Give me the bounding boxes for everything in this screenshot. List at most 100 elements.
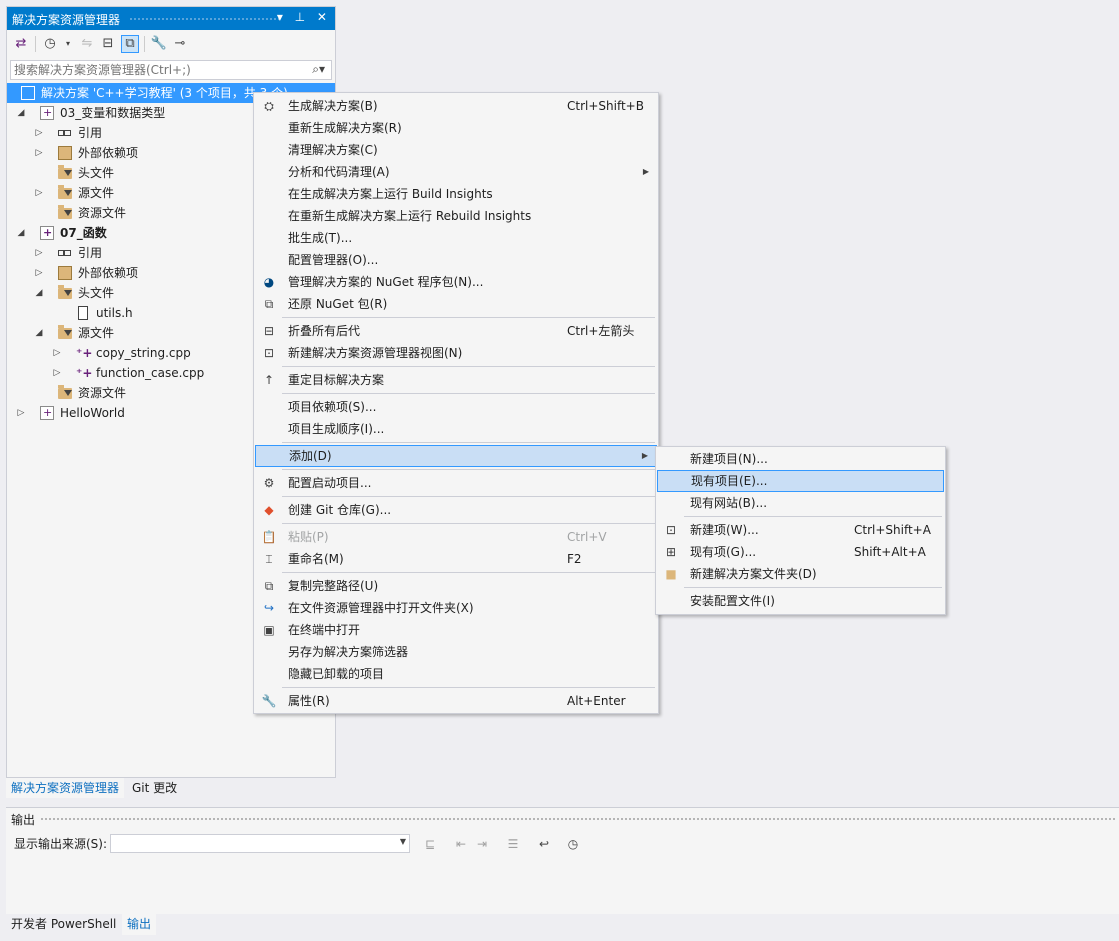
menu-item-label: 安装配置文件(I): [690, 594, 775, 608]
filter-folder-icon: [58, 205, 72, 219]
menu-item-configuration-manager[interactable]: 配置管理器(O)...: [255, 249, 657, 271]
menu-item-existing-item[interactable]: ⊞ 现有项(G)... Shift+Alt+A: [657, 541, 944, 563]
menu-item-add[interactable]: 添加(D) ▶: [255, 445, 657, 467]
tab-output[interactable]: 输出: [122, 913, 157, 935]
menu-item-label: 现有项(G)...: [690, 545, 757, 559]
menu-item-open-folder[interactable]: ↪ 在文件资源管理器中打开文件夹(X): [255, 597, 657, 619]
collapsed-arrow-icon[interactable]: ▷: [51, 363, 63, 383]
menu-item-copy-path[interactable]: ⧉ 复制完整路径(U): [255, 575, 657, 597]
title-buttons[interactable]: ▾ ⊥ ✕: [277, 10, 331, 24]
expanded-arrow-icon[interactable]: ◢: [33, 283, 45, 303]
tree-label: 外部依赖项: [78, 266, 139, 280]
menu-item-label: 折叠所有后代: [288, 324, 361, 338]
menu-item-build-insights[interactable]: 在生成解决方案上运行 Build Insights: [255, 183, 657, 205]
collapsed-arrow-icon[interactable]: ▷: [15, 403, 27, 423]
menu-item-label: 在文件资源管理器中打开文件夹(X): [288, 601, 474, 615]
menu-item-rename[interactable]: ⌶ 重命名(M) F2: [255, 548, 657, 570]
build-icon: ⛭: [264, 99, 274, 113]
chevron-down-icon[interactable]: ▾: [59, 35, 77, 53]
tab-git-changes[interactable]: Git 更改: [127, 778, 182, 798]
collapsed-arrow-icon[interactable]: ▷: [51, 343, 63, 363]
menu-item-label: 现有项目(E)...: [691, 474, 768, 488]
tree-label: 引用: [78, 246, 103, 260]
preview-icon[interactable]: ⊸: [171, 35, 189, 53]
menu-item-rebuild-insights[interactable]: 在重新生成解决方案上运行 Rebuild Insights: [255, 205, 657, 227]
pending-changes-filter-icon[interactable]: ◷: [41, 35, 59, 53]
collapsed-arrow-icon[interactable]: ▷: [33, 243, 45, 263]
next-message-icon[interactable]: ⇥: [473, 835, 491, 853]
existing-item-icon: ⊞: [665, 545, 677, 559]
switch-views-icon[interactable]: ⇄: [12, 35, 30, 53]
tab-solution-explorer[interactable]: 解决方案资源管理器: [6, 778, 125, 798]
toolbar-separator: [144, 36, 145, 52]
expanded-arrow-icon[interactable]: ◢: [15, 103, 27, 123]
collapsed-arrow-icon[interactable]: ▷: [33, 183, 45, 203]
expanded-arrow-icon[interactable]: ◢: [15, 223, 27, 243]
wrench-icon: 🔧: [261, 694, 277, 708]
menu-item-manage-nuget[interactable]: ◕ 管理解决方案的 NuGet 程序包(N)...: [255, 271, 657, 293]
menu-item-shortcut: F2: [567, 552, 582, 566]
menu-item-retarget[interactable]: ↑ 重定目标解决方案: [255, 369, 657, 391]
solution-explorer-search[interactable]: ⌕▾: [10, 60, 332, 80]
menu-separator: [282, 687, 655, 688]
tab-developer-powershell[interactable]: 开发者 PowerShell: [6, 913, 121, 935]
menu-item-batch-build[interactable]: 批生成(T)...: [255, 227, 657, 249]
menu-item-build-solution[interactable]: ⛭ 生成解决方案(B) Ctrl+Shift+B: [255, 95, 657, 117]
nuget-icon: ◕: [263, 275, 275, 289]
output-source-select[interactable]: ▼: [110, 834, 410, 853]
previous-message-icon[interactable]: ⇤: [452, 835, 470, 853]
collapsed-arrow-icon[interactable]: ▷: [33, 123, 45, 143]
menu-item-project-dependencies[interactable]: 项目依赖项(S)...: [255, 396, 657, 418]
menu-item-startup-projects[interactable]: ⚙ 配置启动项目...: [255, 472, 657, 494]
timestamp-clock-icon[interactable]: ◷: [564, 835, 582, 853]
menu-item-collapse-all[interactable]: ⊟ 折叠所有后代 Ctrl+左箭头: [255, 320, 657, 342]
menu-item-create-git-repo[interactable]: ◆ 创建 Git 仓库(G)...: [255, 499, 657, 521]
menu-item-hide-unloaded[interactable]: 隐藏已卸载的项目: [255, 663, 657, 685]
properties-wrench-icon[interactable]: 🔧: [150, 35, 168, 53]
rename-icon: ⌶: [265, 552, 273, 566]
menu-item-clean-solution[interactable]: 清理解决方案(C): [255, 139, 657, 161]
output-title-bar: 输出: [6, 808, 1119, 828]
menu-item-label: 生成解决方案(B): [288, 99, 378, 113]
tree-label: 外部依赖项: [78, 146, 139, 160]
menu-item-save-filter[interactable]: 另存为解决方案筛选器: [255, 641, 657, 663]
menu-item-new-solution-folder[interactable]: ■ 新建解决方案文件夹(D): [657, 563, 944, 585]
menu-item-new-item[interactable]: ⊡ 新建项(W)... Ctrl+Shift+A: [657, 519, 944, 541]
collapsed-arrow-icon[interactable]: ▷: [33, 143, 45, 163]
menu-item-new-project[interactable]: 新建项目(N)...: [657, 448, 944, 470]
chevron-down-icon[interactable]: ▼: [400, 837, 406, 846]
show-all-files-icon[interactable]: ⧉: [121, 35, 139, 53]
clear-all-icon[interactable]: ☰: [504, 835, 522, 853]
menu-item-label: 现有网站(B)...: [690, 496, 768, 510]
tree-label: function_case.cpp: [96, 366, 205, 380]
solution-explorer-toolbar: ⇄ ◷ ▾ ⇋ ⊟ ⧉ 🔧 ⊸: [7, 30, 335, 58]
external-dependencies-icon: [58, 146, 72, 160]
tree-label: 解决方案 'C++学习教程' (3 个项目，共 3 个): [41, 86, 288, 100]
menu-item-restore-nuget[interactable]: ⧉ 还原 NuGet 包(R): [255, 293, 657, 315]
search-input[interactable]: [14, 62, 294, 78]
filter-folder-icon: [58, 185, 72, 199]
menu-item-label: 属性(R): [288, 694, 330, 708]
go-to-line-icon[interactable]: ⊑: [421, 835, 439, 853]
output-content[interactable]: [6, 856, 1119, 914]
sync-icon[interactable]: ⇋: [78, 35, 96, 53]
menu-item-existing-project[interactable]: 现有项目(E)...: [657, 470, 944, 492]
restore-packages-icon: ⧉: [264, 297, 274, 311]
menu-item-paste[interactable]: 📋 粘贴(P) Ctrl+V: [255, 526, 657, 548]
collapsed-arrow-icon[interactable]: ▷: [33, 263, 45, 283]
search-icon[interactable]: ⌕▾: [312, 62, 325, 77]
word-wrap-icon[interactable]: ↩: [535, 835, 553, 853]
expanded-arrow-icon[interactable]: ◢: [33, 323, 45, 343]
menu-item-existing-website[interactable]: 现有网站(B)...: [657, 492, 944, 514]
menu-item-properties[interactable]: 🔧 属性(R) Alt+Enter: [255, 690, 657, 712]
menu-item-build-order[interactable]: 项目生成顺序(I)...: [255, 418, 657, 440]
menu-item-rebuild-solution[interactable]: 重新生成解决方案(R): [255, 117, 657, 139]
menu-item-label: 隐藏已卸载的项目: [288, 667, 385, 681]
menu-item-analyze[interactable]: 分析和代码清理(A) ▶: [255, 161, 657, 183]
output-panel: 输出 显示输出来源(S): ▼ ⊑ ⇤ ⇥ ☰ ↩ ◷: [6, 807, 1119, 914]
menu-item-install-config[interactable]: 安装配置文件(I): [657, 590, 944, 612]
collapse-all-icon[interactable]: ⊟: [99, 35, 117, 53]
menu-item-open-terminal[interactable]: ▣ 在终端中打开: [255, 619, 657, 641]
menu-item-new-view[interactable]: ⊡ 新建解决方案资源管理器视图(N): [255, 342, 657, 364]
tree-label: 源文件: [78, 326, 115, 340]
